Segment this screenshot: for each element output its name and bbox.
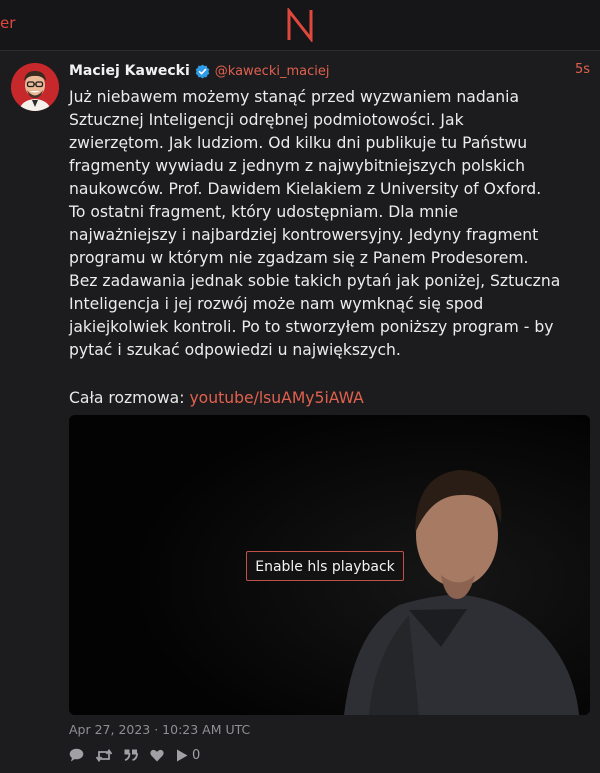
like-button[interactable] bbox=[150, 749, 164, 762]
video-player[interactable]: Enable hls playback bbox=[69, 415, 590, 715]
play-count-value: 0 bbox=[192, 747, 201, 763]
like-icon bbox=[150, 749, 164, 761]
link-prefix: Cała rozmowa: bbox=[69, 389, 190, 407]
author-name[interactable]: Maciej Kawecki bbox=[69, 63, 190, 79]
post-body-text: Już niebawem możemy stanąć przed wyzwani… bbox=[69, 88, 561, 359]
reply-button[interactable] bbox=[69, 748, 84, 762]
reply-icon bbox=[69, 748, 84, 762]
post-link-line: Cała rozmowa: youtube/lsuAMy5iAWA bbox=[69, 387, 364, 410]
retweet-button[interactable] bbox=[96, 748, 112, 762]
quote-button[interactable] bbox=[124, 749, 138, 761]
post-actions: 0 bbox=[69, 745, 212, 765]
post-header: Maciej Kawecki @kawecki_maciej bbox=[69, 61, 329, 81]
nav-edge-text[interactable]: er bbox=[0, 14, 15, 32]
author-handle[interactable]: @kawecki_maciej bbox=[215, 64, 330, 79]
n-logo-icon[interactable] bbox=[284, 8, 316, 42]
verified-badge-icon bbox=[195, 64, 210, 78]
author-avatar[interactable] bbox=[11, 63, 59, 111]
post-relative-time[interactable]: 5s bbox=[575, 62, 590, 77]
play-count[interactable]: 0 bbox=[176, 748, 200, 763]
post-date[interactable]: Apr 27, 2023 · 10:23 AM UTC bbox=[69, 722, 250, 737]
quote-icon bbox=[124, 749, 138, 761]
retweet-icon bbox=[96, 748, 112, 762]
youtube-link[interactable]: youtube/lsuAMy5iAWA bbox=[189, 389, 363, 407]
top-navigation-bar: er bbox=[0, 0, 600, 51]
play-icon bbox=[177, 749, 188, 761]
enable-hls-playback-button[interactable]: Enable hls playback bbox=[246, 551, 404, 581]
